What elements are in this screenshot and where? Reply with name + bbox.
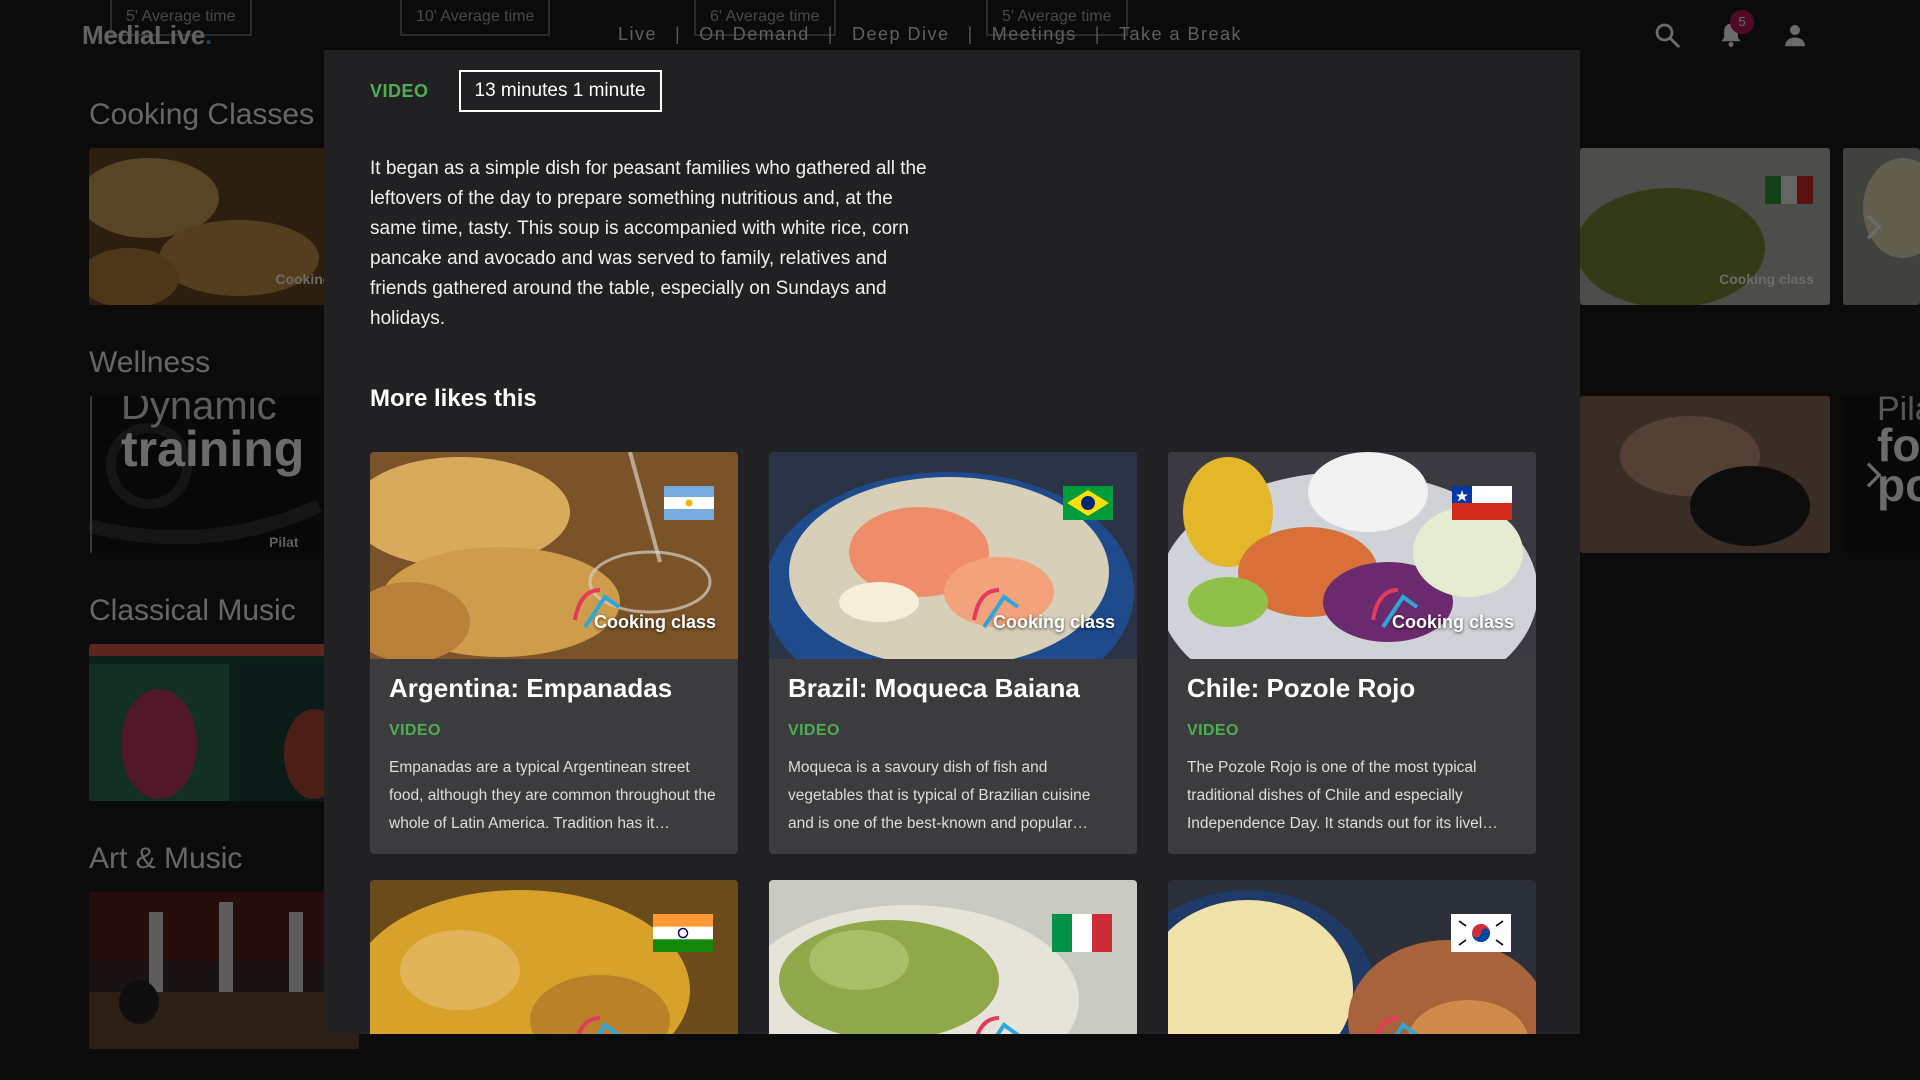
nav-item-deep-dive[interactable]: Deep Dive: [852, 24, 950, 45]
argentina-flag-icon: [664, 486, 714, 520]
recommendation-card[interactable]: Cooking class Argentina: Empanadas VIDEO…: [370, 452, 738, 854]
thumbnail-text: training: [121, 421, 305, 477]
video-description: It began as a simple dish for peasant fa…: [370, 158, 927, 329]
row-thumbnail[interactable]: [1580, 396, 1830, 553]
duration-badge: 13 minutes 1 minute: [458, 70, 662, 112]
thumbnail-caption: Cooking class: [1719, 271, 1814, 287]
more-like-this-heading: More likes this: [370, 385, 537, 412]
user-icon[interactable]: [1780, 20, 1810, 50]
card-thumbnail: [1168, 880, 1536, 1034]
card-thumbnail: [769, 880, 1137, 1034]
card-thumbnail: Cooking class: [1168, 452, 1536, 659]
video-detail-modal: VIDEO 13 minutes 1 minute It began as a …: [324, 50, 1580, 1034]
card-content-type: VIDEO: [389, 722, 441, 739]
card-body: Argentina: Empanadas VIDEO Empanadas are…: [370, 659, 738, 854]
ghost-tab: 10' Average time: [400, 0, 551, 36]
india-flag-icon: [653, 914, 713, 952]
row-title: Wellness: [89, 346, 211, 379]
main-nav: Live | On Demand | Deep Dive | Meetings …: [618, 24, 1242, 45]
row-thumbnail[interactable]: [89, 644, 359, 801]
south-korea-flag-icon: [1451, 914, 1511, 952]
search-icon[interactable]: [1652, 20, 1682, 50]
nav-item-on-demand[interactable]: On Demand: [699, 24, 810, 45]
row-title: Art & Music: [89, 842, 243, 875]
chevron-right-icon[interactable]: [1858, 212, 1888, 242]
card-title: Chile: Pozole Rojo: [1187, 673, 1416, 703]
cooking-class-caption: Cooking class: [992, 612, 1115, 632]
card-description: The Pozole Rojo is one of the most typic…: [1187, 759, 1498, 832]
card-title: Argentina: Empanadas: [389, 673, 673, 703]
nav-item-take-a-break[interactable]: Take a Break: [1119, 24, 1242, 45]
card-title: Brazil: Moqueca Baiana: [788, 673, 1080, 703]
cooking-class-caption: Cooking class: [593, 612, 716, 632]
card-body: Brazil: Moqueca Baiana VIDEO Moqueca is …: [769, 659, 1137, 854]
card-thumbnail: Cooking class: [370, 452, 738, 659]
recommendation-card[interactable]: [1168, 880, 1536, 1034]
row-thumbnail[interactable]: Cooking class: [1580, 148, 1830, 305]
italy-flag-icon: [1052, 914, 1112, 952]
row-title: Classical Music: [89, 594, 296, 627]
card-body: Chile: Pozole Rojo VIDEO The Pozole Rojo…: [1168, 659, 1536, 854]
modal-meta: VIDEO 13 minutes 1 minute: [370, 70, 662, 112]
content-type-label: VIDEO: [370, 80, 429, 101]
recommendation-card[interactable]: [370, 880, 738, 1034]
card-thumbnail: Cooking class: [769, 452, 1137, 659]
chile-flag-icon: [1452, 486, 1512, 520]
nav-item-live[interactable]: Live: [618, 24, 657, 45]
brazil-flag-icon: [1063, 486, 1113, 520]
row-thumbnail[interactable]: [89, 892, 359, 1049]
recommendation-card[interactable]: Cooking class Chile: Pozole Rojo VIDEO T…: [1168, 452, 1536, 854]
top-icons: 5: [1652, 10, 1810, 50]
notification-badge: 5: [1730, 10, 1754, 34]
nav-item-meetings[interactable]: Meetings: [992, 24, 1077, 45]
cooking-class-caption: Cooking class: [1391, 612, 1514, 632]
card-description: Moqueca is a savoury dish of fish and ve…: [788, 759, 1091, 832]
card-thumbnail: [370, 880, 738, 1034]
chevron-right-icon[interactable]: [1858, 460, 1888, 490]
card-content-type: VIDEO: [788, 722, 840, 739]
recommendation-card[interactable]: Cooking class Brazil: Moqueca Baiana VID…: [769, 452, 1137, 854]
row-thumbnail[interactable]: Cooking c: [89, 148, 359, 305]
recommendation-card[interactable]: [769, 880, 1137, 1034]
thumbnail-text: Pilat: [269, 534, 299, 550]
card-content-type: VIDEO: [1187, 722, 1239, 739]
row-thumbnail[interactable]: Dynamic training Pilat: [89, 396, 359, 553]
app-logo[interactable]: MediaLive.: [82, 20, 212, 51]
row-title: Cooking Classes: [89, 98, 315, 131]
card-description: Empanadas are a typical Argentinean stre…: [389, 759, 716, 832]
bell-icon[interactable]: 5: [1716, 10, 1754, 50]
